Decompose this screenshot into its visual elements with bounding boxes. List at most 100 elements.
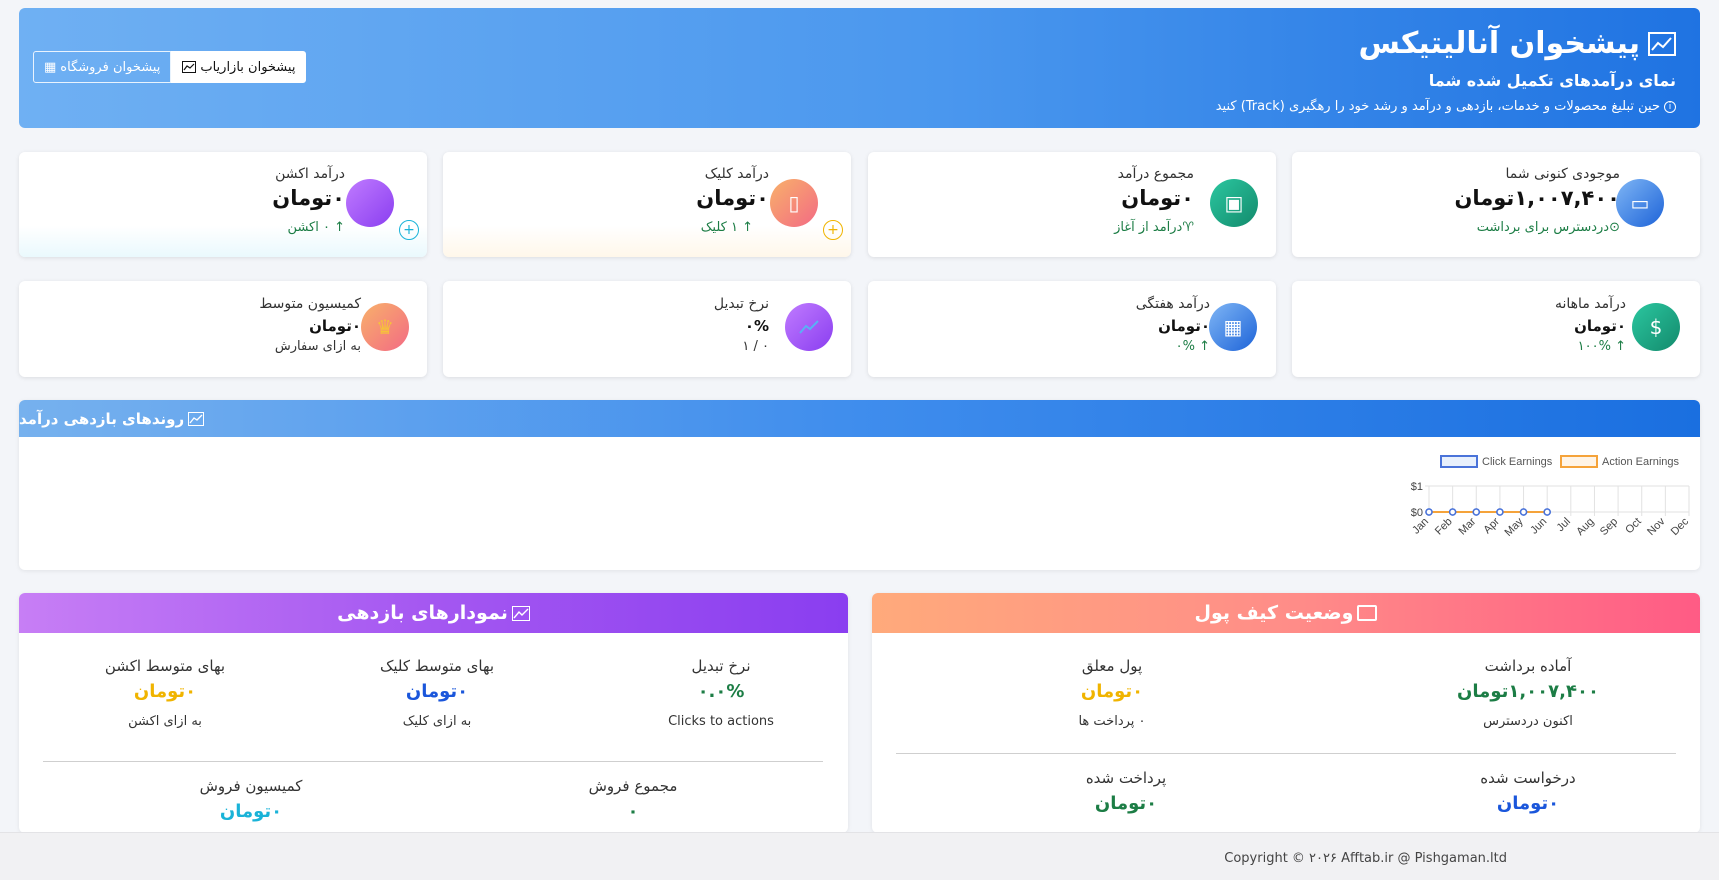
monthly-earnings-card: $ درآمد ماهانه ۰تومان ↑ ۱۰۰% <box>1292 281 1700 377</box>
earnings-trend-header: روندهای بازدهی درآمد <box>19 400 1700 437</box>
avg-action-cost-value: ۰تومان <box>133 681 197 702</box>
balance-card: ▭ موجودی کنونی شما ۱,۰۰۷,۴۰۰تومان ⊙دردست… <box>1292 152 1700 257</box>
legend-swatch <box>1560 455 1598 468</box>
x-tick-label: Sep <box>1598 516 1620 538</box>
balance-label: موجودی کنونی شما <box>1505 166 1621 182</box>
ready-withdraw-label: آماده برداشت <box>1484 657 1572 675</box>
click-earnings-value: ۰تومان <box>696 186 769 210</box>
chart-line-icon <box>1648 31 1676 56</box>
weekly-earnings-label: درآمد هفتگی <box>1135 296 1210 312</box>
avg-commission-card: ♛ کمیسیون متوسط ۰تومان به ازای سفارش <box>19 281 427 377</box>
requested-label: درخواست شده <box>1480 769 1576 787</box>
performance-header: نمودارهای بازدهی <box>19 593 848 633</box>
wallet-divider <box>896 753 1676 754</box>
x-tick-label: Oct <box>1623 516 1644 537</box>
sales-total-label: مجموع فروش <box>588 777 678 795</box>
balance-value: ۱,۰۰۷,۴۰۰تومان <box>1454 186 1620 210</box>
store-dashboard-button[interactable]: ▦ پیشخوان فروشگاه <box>33 51 172 83</box>
avg-click-cost-sub: به ازای کلیک <box>402 714 472 729</box>
conversion-rate-card: نرخ تبدیل ۰% ۰ / ۱ <box>443 281 851 377</box>
data-point <box>1496 508 1504 516</box>
legend-label: Action Earnings <box>1602 456 1680 468</box>
performance-divider <box>43 761 823 762</box>
wallet-status-title: وضعیت کیف پول <box>1194 602 1354 624</box>
wallet-status-header: وضعیت کیف پول <box>872 593 1700 633</box>
total-earnings-card: ▣ مجموع درآمد ۰تومان ♈درآمد از آغاز <box>868 152 1276 257</box>
page-title: پیشخوان آنالیتیکس <box>1359 26 1676 61</box>
click-earnings-sub: ↑ ۱ کلیک <box>700 220 753 235</box>
avg-action-cost-label: بهای متوسط اکشن <box>104 657 226 675</box>
avg-commission-label: کمیسیون متوسط <box>259 296 361 312</box>
mouse-icon: ▯ <box>770 179 818 227</box>
conversion-value: ۰.۰% <box>697 681 745 702</box>
pending-money-label: پول معلق <box>1081 657 1143 675</box>
chart-line-icon <box>182 61 197 73</box>
description-text: حین تبلیغ محصولات و خدمات، بازدهی و درآم… <box>1215 99 1660 114</box>
conversion-label: نرخ تبدیل <box>691 657 751 675</box>
dollar-icon: $ <box>1632 303 1680 351</box>
page-description: i حین تبلیغ محصولات و خدمات، بازدهی و در… <box>1216 99 1676 114</box>
conversion-rate-sub: ۰ / ۱ <box>742 339 769 354</box>
weekly-earnings-card: ▦ درآمد هفتگی ۰تومان ↑ ۰% <box>868 281 1276 377</box>
wallet-status-panel: وضعیت کیف پول آماده برداشت ۱,۰۰۷,۴۰۰توما… <box>872 593 1700 833</box>
copyright-text: Copyright © ۲۰۲۶ Afftab.ir @ Pishgaman.l… <box>1224 851 1507 866</box>
marketer-dashboard-button[interactable]: پیشخوان بازاریاب <box>171 51 307 83</box>
weekly-earnings-sub: ↑ ۰% <box>1175 339 1210 354</box>
x-tick-label: Dec <box>1669 515 1691 538</box>
legend-swatch <box>1440 455 1478 468</box>
requested-value: ۰تومان <box>1496 793 1560 814</box>
footer: Copyright © ۲۰۲۶ Afftab.ir @ Pishgaman.l… <box>0 832 1719 880</box>
data-point <box>1472 508 1481 516</box>
x-tick-label: Jul <box>1555 516 1573 534</box>
add-click-icon[interactable]: + <box>823 220 843 240</box>
legend-label: Click Earnings <box>1482 456 1553 468</box>
avg-click-cost-stat: بهای متوسط کلیک ۰تومان به ازای کلیک <box>317 657 557 729</box>
monthly-earnings-sub: ↑ ۱۰۰% <box>1577 339 1626 354</box>
dashboard-header: پیشخوان آنالیتیکس نمای درآمدهای تکمیل شد… <box>19 8 1700 128</box>
sales-commission-label: کمیسیون فروش <box>199 777 303 795</box>
data-point <box>1519 508 1528 516</box>
dashboard-switcher: ▦ پیشخوان فروشگاه پیشخوان بازاریاب <box>33 51 307 83</box>
x-tick-label: Nov <box>1645 515 1668 538</box>
conversion-stat: نرخ تبدیل ۰.۰% Clicks to actions <box>601 657 841 729</box>
total-earnings-label: مجموع درآمد <box>1117 166 1194 182</box>
sales-commission-stat: کمیسیون فروش ۰تومان <box>131 777 371 822</box>
click-earnings-card: ▯ درآمد کلیک ۰تومان ↑ ۱ کلیک + <box>443 152 851 257</box>
ready-withdraw-sub: اکنون دردسترس <box>1483 714 1573 729</box>
trophy-icon: ♛ <box>361 303 409 351</box>
avg-click-cost-label: بهای متوسط کلیک <box>379 657 495 675</box>
add-action-icon[interactable]: + <box>399 220 419 240</box>
ready-withdraw-stat: آماده برداشت ۱,۰۰۷,۴۰۰تومان اکنون دردستر… <box>1418 657 1638 729</box>
store-icon: ▦ <box>44 59 57 75</box>
trend-line-icon <box>799 320 819 334</box>
data-point <box>1448 508 1457 516</box>
click-earnings-label: درآمد کلیک <box>704 166 769 182</box>
avg-commission-sub: به ازای سفارش <box>274 339 361 354</box>
requested-stat: درخواست شده ۰تومان <box>1418 769 1638 814</box>
action-icon <box>346 179 394 227</box>
money-icon: ▣ <box>1210 179 1258 227</box>
y-tick-label: $1 <box>1411 481 1423 493</box>
total-earnings-sub-text: درآمد از آغاز <box>1114 220 1183 235</box>
sales-commission-value: ۰تومان <box>219 801 283 822</box>
avg-action-cost-stat: بهای متوسط اکشن ۰تومان به ازای اکشن <box>45 657 285 729</box>
paid-label: پرداخت شده <box>1085 769 1167 787</box>
performance-panel: نمودارهای بازدهی نرخ تبدیل ۰.۰% Clicks t… <box>19 593 848 833</box>
page-title-text: پیشخوان آنالیتیکس <box>1358 26 1640 61</box>
check-circle-icon: ⊙ <box>1609 220 1620 235</box>
sales-total-stat: مجموع فروش ۰ <box>513 777 753 822</box>
pending-money-stat: پول معلق ۰تومان ۰ پرداخت ها <box>1002 657 1222 729</box>
action-earnings-sub: ↑ ۰ اکشن <box>287 220 345 235</box>
chart-line-icon <box>511 605 530 621</box>
x-tick-label: Aug <box>1574 516 1596 538</box>
chart-line-icon <box>188 411 205 426</box>
x-tick-label: Jun <box>1528 516 1549 537</box>
action-earnings-label: درآمد اکشن <box>275 166 345 182</box>
wallet-icon <box>1357 605 1378 621</box>
balance-sub: ⊙دردسترس برای برداشت <box>1477 220 1620 235</box>
avg-action-cost-sub: به ازای اکشن <box>128 714 202 729</box>
balance-sub-text: دردسترس برای برداشت <box>1476 220 1610 235</box>
data-point <box>1425 508 1433 516</box>
earnings-trend-panel: روندهای بازدهی درآمد Action Earnings Clic… <box>19 400 1700 570</box>
x-tick-label: Mar <box>1457 515 1479 537</box>
